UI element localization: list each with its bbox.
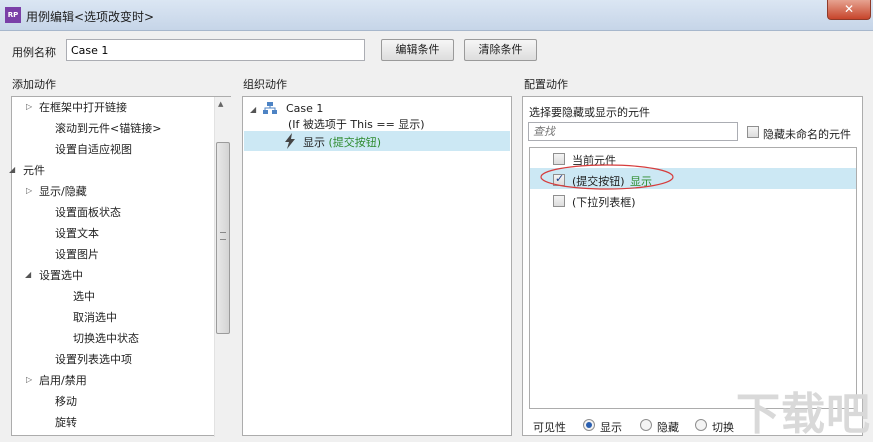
title-bar: RP 用例编辑<选项改变时> ✕ [0,0,873,31]
add-action-item[interactable]: 设置文本 [55,225,99,241]
watermark-logo: 下载吧 [736,389,871,440]
scrollbar-thumb[interactable] [216,142,230,334]
add-actions-panel: ▷ 在框架中打开链接滚动到元件<锚链接> 设置自适应视图 ◢ 元件 ▷ 显示/隐藏设置面板状… [9,96,231,437]
add-action-item[interactable]: 启用/禁用 [39,372,87,388]
action-item[interactable]: 显示 (提交按钮) [303,134,381,150]
expanded-arrow-icon[interactable]: ◢ [25,270,31,279]
visibility-radio[interactable] [583,419,595,431]
visibility-label: 可见性 [533,421,566,434]
scroll-up-arrow-icon[interactable]: ▲ [218,100,223,108]
radio-dot-icon [586,422,592,428]
close-button[interactable]: ✕ [827,0,871,20]
collapsed-arrow-icon[interactable]: ▷ [26,102,32,111]
add-actions-scrollbar[interactable]: ▲ [214,97,231,437]
add-action-item[interactable]: 显示/隐藏 [39,183,87,199]
add-action-item[interactable]: 选中 [73,288,95,304]
case-condition: (If 被选项于 This == 显示) [288,118,425,131]
expanded-arrow-icon[interactable]: ◢ [9,165,15,174]
widget-checkbox[interactable] [553,195,565,207]
organize-actions-panel: ◢ Case 1 (If 被选项于 This == 显示) 显示 (提交按钮) [242,96,512,436]
visibility-radio[interactable] [695,419,707,431]
visibility-option-label[interactable]: 显示 [600,419,622,435]
action-target: (提交按钮) [328,136,382,149]
add-action-item[interactable]: 滚动到元件<锚链接> [55,120,161,136]
case-collapse-icon[interactable]: ◢ [250,105,256,114]
add-action-item[interactable]: 设置选中 [39,267,83,283]
hide-unnamed-label: 隐藏未命名的元件 [763,128,851,141]
red-annotation-circle [540,164,674,190]
case-name-label: 用例名称 [12,46,56,59]
axure-app-icon: RP [5,7,21,23]
case-flow-icon [263,102,277,114]
visibility-option-label[interactable]: 隐藏 [657,419,679,435]
clear-condition-button[interactable]: 清除条件 [464,39,537,61]
action-verb: 显示 [303,136,325,149]
add-action-item[interactable]: 设置列表选中项 [55,351,132,367]
hide-unnamed-checkbox[interactable] [747,126,759,138]
add-action-item[interactable]: 设置图片 [55,246,99,262]
add-action-item[interactable]: 在框架中打开链接 [39,99,127,115]
widget-label[interactable]: (下拉列表框) [572,194,636,210]
edit-condition-button[interactable]: 编辑条件 [381,39,454,61]
add-action-item[interactable]: 移动 [55,393,77,409]
organize-actions-header: 组织动作 [243,78,287,91]
grip-icon [220,232,226,240]
collapsed-arrow-icon[interactable]: ▷ [26,375,32,384]
visibility-radio[interactable] [640,419,652,431]
widget-select-instruction: 选择要隐藏或显示的元件 [529,106,650,119]
add-action-item[interactable]: 取消选中 [73,309,117,325]
add-action-item[interactable]: 设置自适应视图 [55,141,132,157]
add-action-item[interactable]: 设置面板状态 [55,204,121,220]
widget-search-input[interactable] [528,122,738,141]
visibility-option-label[interactable]: 切换 [712,419,734,435]
lightning-icon [285,133,295,149]
add-action-item[interactable]: 切换选中状态 [73,330,139,346]
case-label[interactable]: Case 1 [286,102,323,115]
case-name-input[interactable] [66,39,365,61]
window-title: 用例编辑<选项改变时> [26,10,155,24]
add-action-item[interactable]: 元件 [23,162,45,178]
add-action-item[interactable]: 旋转 [55,414,77,430]
collapsed-arrow-icon[interactable]: ▷ [26,186,32,195]
configure-actions-header: 配置动作 [524,78,568,91]
add-actions-header: 添加动作 [12,78,56,91]
